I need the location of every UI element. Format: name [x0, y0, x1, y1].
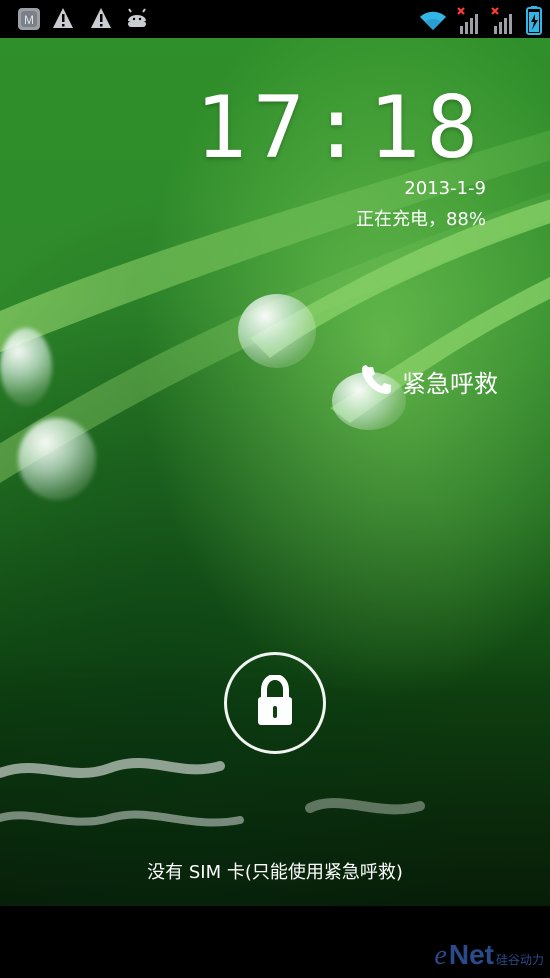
emergency-call-button[interactable]: 紧急呼救	[360, 362, 498, 400]
navigation-bar: e Net 硅谷动力	[0, 906, 550, 978]
water-drop	[238, 294, 316, 368]
lock-icon	[252, 673, 298, 731]
lockscreen-date: 2013-1-9	[404, 178, 486, 199]
status-bar: M	[0, 0, 550, 38]
warning-icon	[53, 8, 73, 28]
battery-charging-icon	[526, 6, 542, 35]
status-icons: M	[18, 6, 542, 35]
android-icon	[128, 8, 146, 27]
watermark-e: e	[434, 940, 447, 971]
watermark-net: Net	[448, 939, 494, 970]
phone-icon	[360, 362, 394, 400]
lockscreen-time: 17:18	[195, 78, 484, 178]
signal-no-sim-icon	[457, 7, 478, 34]
svg-text:M: M	[24, 13, 34, 27]
wifi-icon	[420, 11, 446, 30]
lock-screen: M 17:18 2013-1-9 正在充电，88% 紧急呼救 没有 SIM 卡(…	[0, 0, 550, 978]
water-drop	[18, 418, 96, 500]
warning-icon	[91, 8, 111, 28]
emergency-call-label: 紧急呼救	[402, 369, 498, 398]
charging-status: 正在充电，88%	[355, 209, 486, 230]
no-sim-message: 没有 SIM 卡(只能使用紧急呼救)	[147, 862, 403, 883]
water-ripple	[0, 758, 225, 778]
unlock-button[interactable]	[224, 652, 326, 754]
app-icon: M	[18, 8, 40, 30]
watermark-cn: 硅谷动力	[495, 953, 544, 967]
water-drop	[0, 328, 52, 406]
signal-no-sim-icon	[491, 7, 512, 34]
watermark: e Net 硅谷动力	[434, 939, 544, 972]
